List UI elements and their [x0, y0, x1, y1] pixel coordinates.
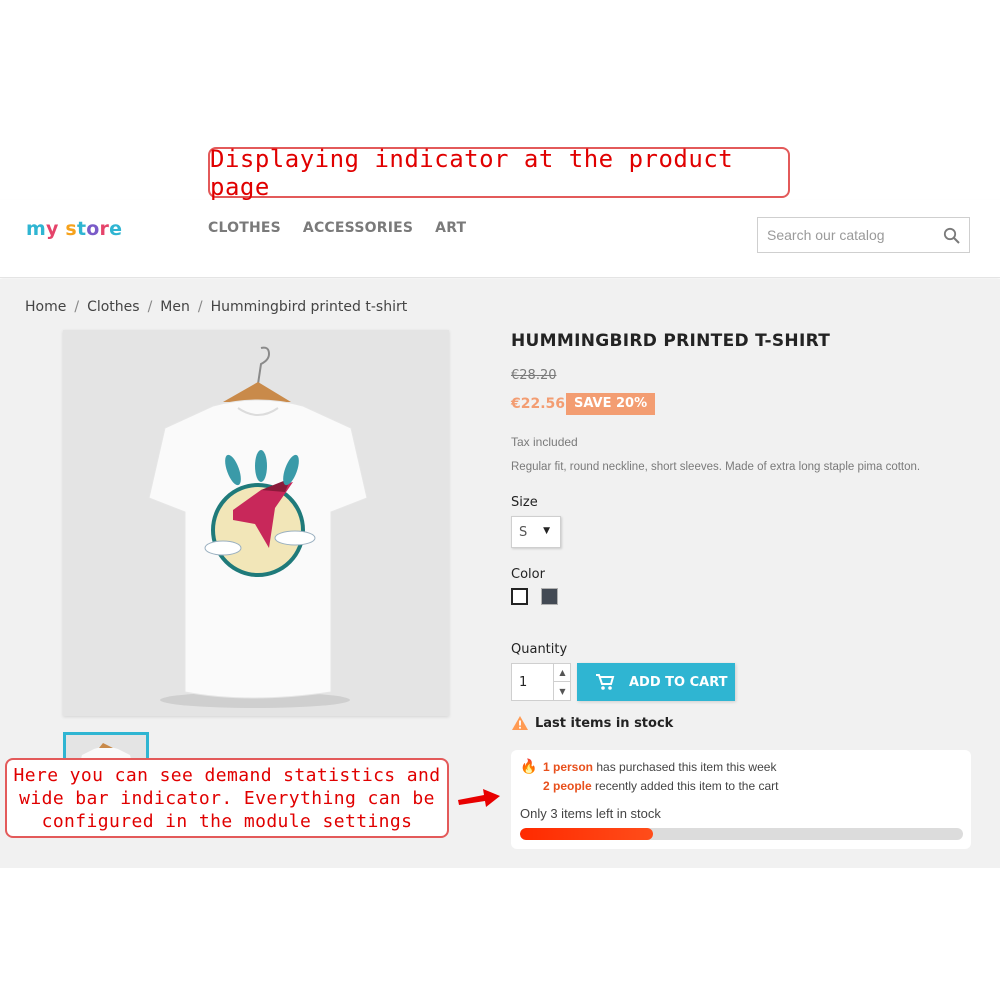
add-to-cart-label: ADD TO CART	[629, 674, 728, 690]
size-value: S	[519, 524, 528, 540]
product-image[interactable]	[63, 330, 449, 716]
breadcrumb-current: Hummingbird printed t-shirt	[210, 299, 408, 315]
cart-count: 2 people	[543, 779, 592, 793]
color-swatch-grey[interactable]	[541, 588, 558, 605]
product-title: HUMMINGBIRD PRINTED T-SHIRT	[511, 331, 831, 351]
regular-price: €28.20	[511, 368, 557, 383]
quantity-label: Quantity	[511, 642, 568, 657]
search-box	[757, 217, 970, 253]
stock-warning: Last items in stock	[511, 715, 673, 731]
breadcrumb: Home / Clothes / Men / Hummingbird print…	[25, 299, 407, 315]
nav-item-art[interactable]: ART	[435, 220, 466, 236]
chevron-up-icon[interactable]: ▲	[553, 664, 571, 682]
store-logo[interactable]: my store	[26, 218, 122, 240]
demand-indicator: 🔥 1 person has purchased this item this …	[511, 750, 971, 849]
discount-badge: SAVE 20%	[566, 393, 656, 415]
warning-icon	[512, 716, 528, 730]
search-input[interactable]	[758, 227, 938, 243]
breadcrumb-clothes[interactable]: Clothes	[87, 299, 140, 315]
product-description: Regular fit, round neckline, short sleev…	[511, 461, 921, 473]
tax-label: Tax included	[511, 435, 578, 449]
current-price: €22.56	[511, 396, 566, 412]
top-callout: Displaying indicator at the product page	[208, 145, 790, 201]
breadcrumb-separator: /	[74, 299, 80, 315]
tshirt-illustration	[63, 330, 449, 716]
breadcrumb-home[interactable]: Home	[25, 299, 66, 315]
cart-stat: 2 people recently added this item to the…	[543, 779, 778, 793]
breadcrumb-separator: /	[197, 299, 203, 315]
nav-item-accessories[interactable]: ACCESSORIES	[303, 220, 413, 236]
size-select[interactable]: S ▼	[511, 516, 561, 548]
cart-icon	[596, 674, 615, 690]
purchased-count: 1 person	[543, 760, 594, 774]
main-nav: CLOTHES ACCESSORIES ART	[208, 220, 466, 236]
color-swatch-white[interactable]	[511, 588, 528, 605]
fire-icon: 🔥	[520, 759, 538, 775]
nav-item-clothes[interactable]: CLOTHES	[208, 220, 281, 236]
color-label: Color	[511, 567, 545, 582]
bottom-callout: Here you can see demand statistics and w…	[5, 758, 449, 838]
caret-down-icon: ▼	[543, 526, 550, 536]
stock-bar-fill	[520, 828, 653, 840]
arrow-right-icon	[458, 789, 500, 807]
purchased-text: has purchased this item this week	[596, 760, 777, 774]
chevron-down-icon[interactable]: ▼	[553, 682, 571, 700]
size-label: Size	[511, 495, 538, 510]
cart-text: recently added this item to the cart	[595, 779, 779, 793]
purchased-stat: 1 person has purchased this item this we…	[543, 760, 776, 774]
stock-warning-label: Last items in stock	[535, 715, 674, 731]
search-icon[interactable]	[943, 227, 961, 245]
quantity-stepper: ▲ ▼	[511, 663, 571, 701]
breadcrumb-men[interactable]: Men	[160, 299, 190, 315]
quantity-input[interactable]	[512, 664, 552, 700]
stock-left-text: Only 3 items left in stock	[520, 806, 661, 821]
add-to-cart-button[interactable]: ADD TO CART	[577, 663, 735, 701]
breadcrumb-separator: /	[147, 299, 153, 315]
site-header: my store CLOTHES ACCESSORIES ART	[0, 200, 1000, 278]
stock-bar-track	[520, 828, 963, 840]
